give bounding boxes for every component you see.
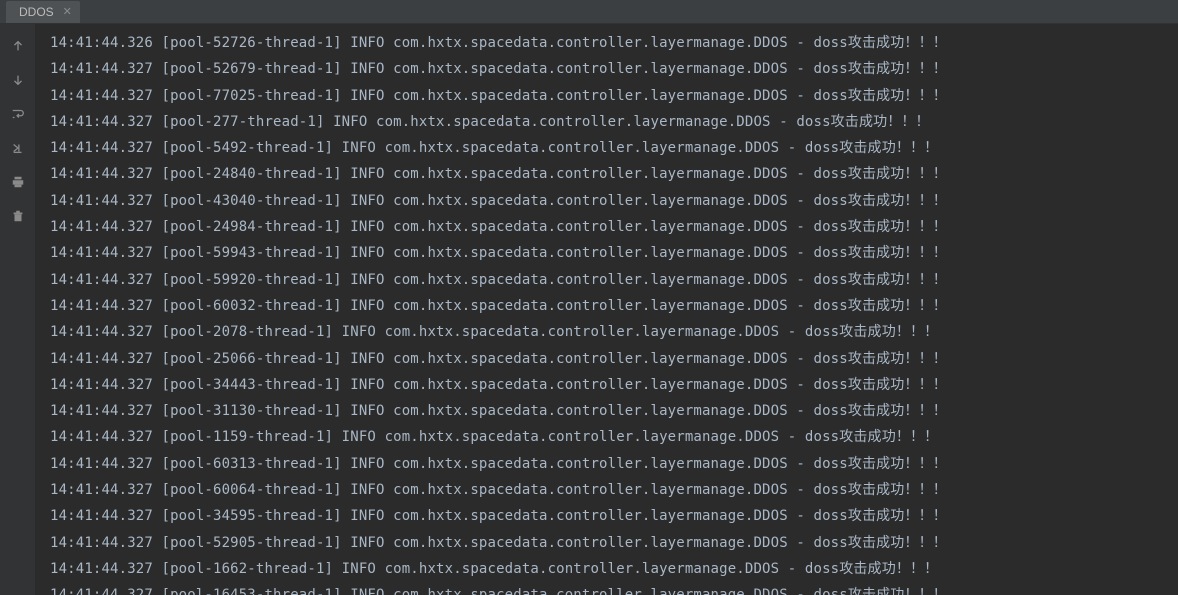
arrow-down-icon[interactable]: [10, 72, 26, 88]
scroll-to-end-icon[interactable]: [10, 140, 26, 156]
log-line: 14:41:44.327 [pool-52679-thread-1] INFO …: [50, 56, 1178, 82]
arrow-up-icon[interactable]: [10, 38, 26, 54]
console-gutter: [0, 24, 36, 595]
log-line: 14:41:44.327 [pool-43040-thread-1] INFO …: [50, 188, 1178, 214]
tab-bar: DDOS ✕: [0, 0, 1178, 24]
tab-close-icon[interactable]: ✕: [63, 5, 72, 18]
log-line: 14:41:44.327 [pool-59920-thread-1] INFO …: [50, 267, 1178, 293]
log-output[interactable]: 14:41:44.326 [pool-52726-thread-1] INFO …: [36, 24, 1178, 595]
log-line: 14:41:44.327 [pool-25066-thread-1] INFO …: [50, 346, 1178, 372]
log-line: 14:41:44.327 [pool-77025-thread-1] INFO …: [50, 83, 1178, 109]
trash-icon[interactable]: [10, 208, 26, 224]
log-line: 14:41:44.327 [pool-34595-thread-1] INFO …: [50, 503, 1178, 529]
log-line: 14:41:44.327 [pool-1159-thread-1] INFO c…: [50, 424, 1178, 450]
log-line: 14:41:44.327 [pool-60064-thread-1] INFO …: [50, 477, 1178, 503]
log-line: 14:41:44.327 [pool-59943-thread-1] INFO …: [50, 240, 1178, 266]
log-line: 14:41:44.327 [pool-5492-thread-1] INFO c…: [50, 135, 1178, 161]
print-icon[interactable]: [10, 174, 26, 190]
log-line: 14:41:44.327 [pool-16453-thread-1] INFO …: [50, 582, 1178, 595]
log-line: 14:41:44.327 [pool-52905-thread-1] INFO …: [50, 530, 1178, 556]
soft-wrap-icon[interactable]: [10, 106, 26, 122]
log-line: 14:41:44.327 [pool-24840-thread-1] INFO …: [50, 161, 1178, 187]
tab-ddos[interactable]: DDOS ✕: [6, 1, 80, 23]
log-line: 14:41:44.327 [pool-1662-thread-1] INFO c…: [50, 556, 1178, 582]
log-line: 14:41:44.327 [pool-24984-thread-1] INFO …: [50, 214, 1178, 240]
log-line: 14:41:44.326 [pool-52726-thread-1] INFO …: [50, 30, 1178, 56]
log-line: 14:41:44.327 [pool-277-thread-1] INFO co…: [50, 109, 1178, 135]
log-line: 14:41:44.327 [pool-60313-thread-1] INFO …: [50, 451, 1178, 477]
log-line: 14:41:44.327 [pool-31130-thread-1] INFO …: [50, 398, 1178, 424]
log-line: 14:41:44.327 [pool-34443-thread-1] INFO …: [50, 372, 1178, 398]
log-line: 14:41:44.327 [pool-60032-thread-1] INFO …: [50, 293, 1178, 319]
log-line: 14:41:44.327 [pool-2078-thread-1] INFO c…: [50, 319, 1178, 345]
tab-label: DDOS: [19, 5, 54, 19]
